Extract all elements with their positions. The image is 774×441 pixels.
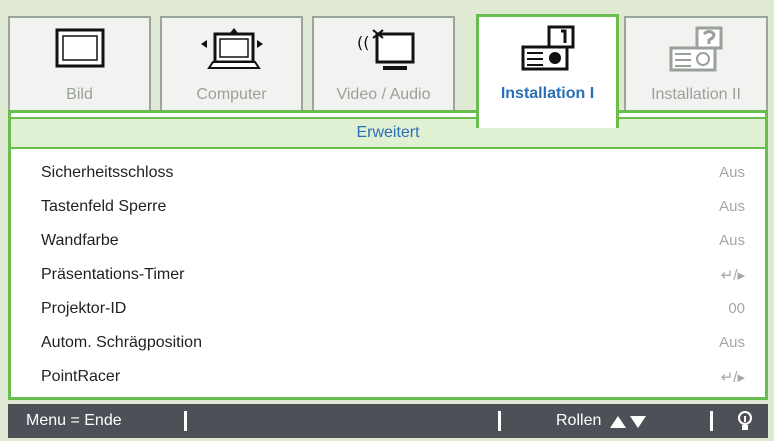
projector-settings-icon [669,26,723,72]
tab-bild[interactable]: Bild [8,16,151,118]
separator [498,411,501,431]
setting-row-wandfarbe[interactable]: Wandfarbe Aus [11,225,765,259]
osd-menu: Bild Computer (( Video / Audio Installat… [0,0,774,441]
setting-name: Präsentations-Timer [41,266,185,283]
separator [184,411,187,431]
up-down-arrows-icon [610,416,646,428]
setting-row-sicherheitsschloss[interactable]: Sicherheitsschloss Aus [11,157,765,191]
lightbulb-icon [738,411,752,430]
setting-value: Aus [719,334,745,351]
settings-panel: Erweitert Sicherheitsschloss Aus Tastenf… [8,110,768,400]
setting-value: Aus [719,198,745,215]
section-header: Erweitert [11,117,765,149]
separator [710,411,713,431]
setting-name: Projektor-ID [41,300,127,317]
tab-installation-2[interactable]: Installation II [624,16,768,118]
setting-row-autom-schraegposition[interactable]: Autom. Schrägposition Aus [11,327,765,361]
computer-icon [200,28,263,69]
enter-arrow-icon: ↵/▸ [720,369,745,386]
scroll-hint: Rollen [556,412,602,429]
setting-name: Autom. Schrägposition [41,334,202,351]
settings-list: Sicherheitsschloss Aus Tastenfeld Sperre… [11,157,765,395]
setting-value: Aus [719,232,745,249]
setting-row-tastenfeld-sperre[interactable]: Tastenfeld Sperre Aus [11,191,765,225]
menu-tabs: Bild Computer (( Video / Audio Installat… [8,10,768,128]
tab-label: Installation I [500,85,595,102]
video-audio-icon: (( [357,29,414,70]
status-bar: Menu = Ende Rollen [8,404,768,438]
enter-arrow-icon: ↵/▸ [720,267,745,284]
setting-name: Sicherheitsschloss [41,164,174,181]
setting-value: 00 [728,300,745,317]
tab-label: Installation II [651,86,741,103]
section-title: Erweitert [356,124,420,141]
svg-text:((: (( [357,33,369,52]
tab-label: Video / Audio [336,86,431,103]
tab-label: Computer [196,86,267,103]
menu-exit-hint: Menu = Ende [26,412,122,429]
setting-name: PointRacer [41,368,121,385]
tab-installation-1[interactable]: Installation I [476,14,619,128]
setting-row-projektor-id[interactable]: Projektor-ID 00 [11,293,765,327]
tab-computer[interactable]: Computer [160,16,303,118]
setting-name: Wandfarbe [41,232,119,249]
setting-value: Aus [719,164,745,181]
picture-icon [55,28,104,68]
setting-row-pointracer[interactable]: PointRacer ↵/▸ [11,361,765,395]
setting-name: Tastenfeld Sperre [41,198,167,215]
tab-video-audio[interactable]: (( Video / Audio [312,16,455,118]
tab-label: Bild [66,86,93,103]
projector-icon [521,25,574,71]
setting-row-praesentations-timer[interactable]: Präsentations-Timer ↵/▸ [11,259,765,293]
